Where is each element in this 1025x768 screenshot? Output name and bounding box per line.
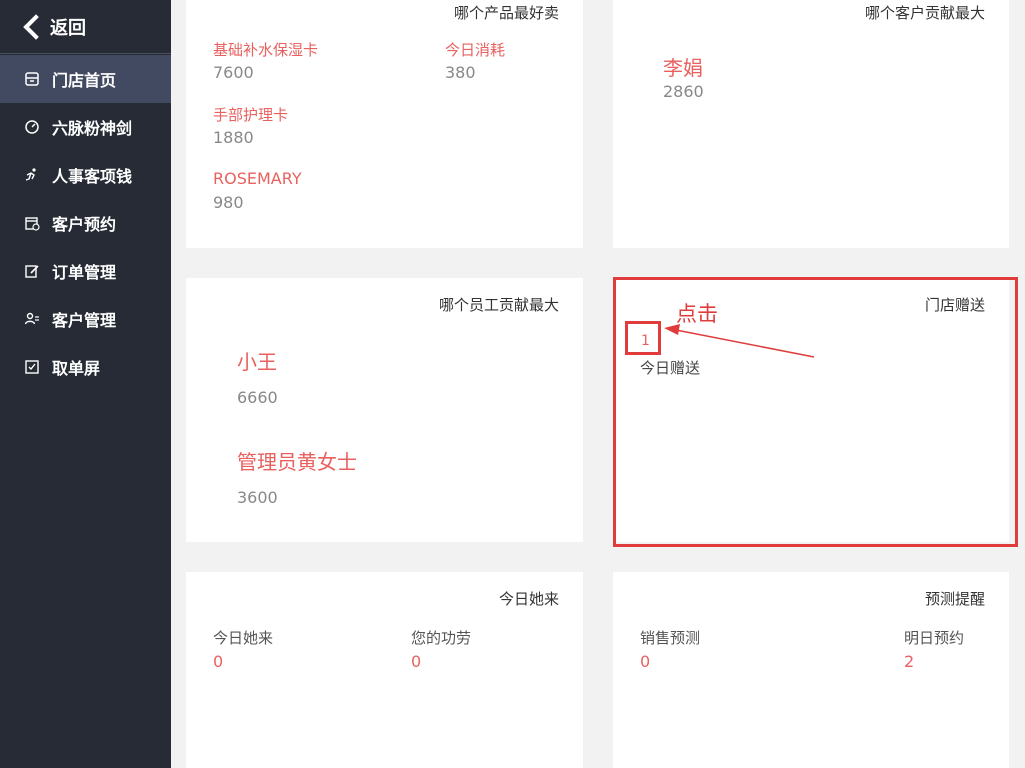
staff-value: 6660 xyxy=(237,388,278,407)
sidebar-item-pickup-screen[interactable]: 取单屏 xyxy=(0,343,171,391)
forecast-value[interactable]: 2 xyxy=(904,652,914,671)
card-title: 预测提醒 xyxy=(924,590,985,608)
product-value: 7600 xyxy=(213,63,254,82)
today-visits-card: 今日她来 今日她来 0 您的功劳 0 xyxy=(186,572,583,768)
forecast-label: 销售预测 xyxy=(640,629,701,647)
sidebar-item-label: 六脉粉神剑 xyxy=(52,119,133,138)
sidebar-item-label: 人事客项钱 xyxy=(52,167,133,186)
customer-name: 李娟 xyxy=(663,56,703,80)
visits-value[interactable]: 0 xyxy=(411,652,421,671)
visits-label: 您的功劳 xyxy=(411,629,472,647)
runner-icon xyxy=(25,168,36,181)
sidebar-item-label: 门店首页 xyxy=(52,71,117,90)
forecast-value[interactable]: 0 xyxy=(640,652,650,671)
product-name: 基础补水保湿卡 xyxy=(213,41,319,59)
top-staff-card: 哪个员工贡献最大 小王 6660 管理员黄女士 3600 xyxy=(186,278,583,542)
calendar-icon xyxy=(25,217,40,231)
gauge-icon xyxy=(25,120,39,134)
staff-name: 小王 xyxy=(237,350,277,374)
sidebar-item-customers[interactable]: 客户管理 xyxy=(0,295,171,343)
card-title: 哪个客户贡献最大 xyxy=(864,4,985,22)
staff-value: 3600 xyxy=(237,488,278,507)
best-product-card: 哪个产品最好卖 基础补水保湿卡 7600 今日消耗 380 手部护理卡 1880… xyxy=(186,0,583,248)
card-title: 哪个产品最好卖 xyxy=(453,4,559,22)
annotation-highlight-box xyxy=(613,277,1018,547)
card-title: 今日她来 xyxy=(498,590,559,608)
customer-value: 2860 xyxy=(663,82,704,101)
checkbox-icon xyxy=(25,360,39,374)
forecast-card: 预测提醒 销售预测 0 明日预约 2 xyxy=(613,572,1009,768)
annotation-target-box xyxy=(625,321,661,355)
sidebar-menu: 门店首页 六脉粉神剑 人事客项钱 客户预约 订单管理 客户管理 取单屏 xyxy=(0,55,171,391)
visits-label: 今日她来 xyxy=(213,629,274,647)
card-title: 哪个员工贡献最大 xyxy=(438,296,559,314)
sidebar-item-label: 客户预约 xyxy=(52,215,117,234)
edit-icon xyxy=(25,265,39,278)
sidebar-item-store-home[interactable]: 门店首页 xyxy=(0,55,171,103)
sidebar-item-label: 客户管理 xyxy=(52,311,117,330)
back-button[interactable]: 返回 xyxy=(0,0,171,54)
product-value: 380 xyxy=(445,63,476,82)
product-name: 今日消耗 xyxy=(445,41,506,59)
top-customer-card: 哪个客户贡献最大 李娟 2860 xyxy=(613,0,1009,248)
users-icon xyxy=(24,312,39,325)
product-value: 980 xyxy=(213,193,244,212)
sidebar-item-appointments[interactable]: 客户预约 xyxy=(0,199,171,247)
product-name: 手部护理卡 xyxy=(213,106,289,124)
visits-value[interactable]: 0 xyxy=(213,652,223,671)
sidebar-item-orders[interactable]: 订单管理 xyxy=(0,247,171,295)
sidebar: 返回 门店首页 六脉粉神剑 人事客项钱 客户预约 订单管理 客户管理 取单屏 xyxy=(0,0,171,768)
sidebar-item-label: 订单管理 xyxy=(52,263,117,282)
chevron-left-icon xyxy=(20,16,42,38)
product-name: ROSEMARY xyxy=(213,169,302,188)
annotation-click-label: 点击 xyxy=(676,302,718,326)
product-value: 1880 xyxy=(213,128,254,147)
back-label: 返回 xyxy=(50,17,86,39)
store-icon xyxy=(25,72,39,86)
sidebar-item-label: 取单屏 xyxy=(52,359,101,378)
staff-name: 管理员黄女士 xyxy=(237,450,357,474)
sidebar-item-staff[interactable]: 人事客项钱 xyxy=(0,151,171,199)
sidebar-item-sword[interactable]: 六脉粉神剑 xyxy=(0,103,171,151)
forecast-label: 明日预约 xyxy=(904,629,965,647)
